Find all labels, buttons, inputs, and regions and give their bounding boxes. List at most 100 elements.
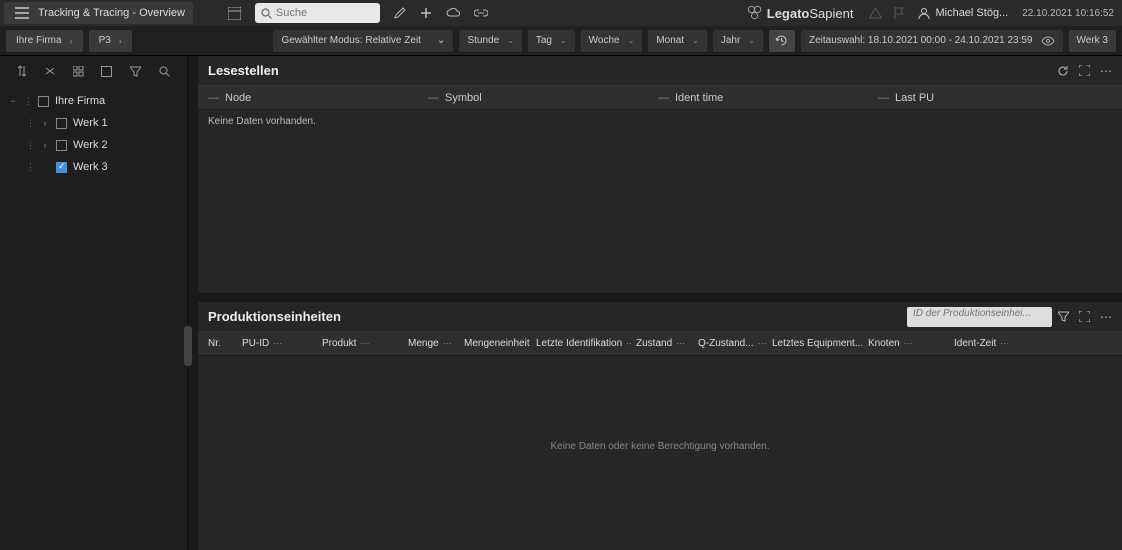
tree-item-werk3[interactable]: ⋮ Werk 3 [6,156,181,178]
time-scale-label: Stunde [467,35,499,46]
col-letzteident[interactable]: Letzte Identifikation⋯ [532,338,632,349]
cloud-icon[interactable] [446,8,460,18]
tree-root[interactable]: − ⋮ Ihre Firma [6,90,181,112]
collapse-icon[interactable] [45,65,55,77]
time-scale-label: Jahr [721,35,740,46]
panel-lesestellen: Lesestellen ⋯ —Node —Symbol —Ident time … [198,56,1122,294]
col-symbol[interactable]: —Symbol [424,92,654,104]
expand-toggle-icon[interactable]: › [40,118,50,128]
col-label: Mengeneinheit [464,338,530,349]
checkbox[interactable] [56,118,67,129]
flag-icon[interactable] [894,7,904,19]
tree-item-werk2[interactable]: ⋮ › Werk 2 [6,134,181,156]
fullscreen-icon[interactable] [1079,311,1090,322]
col-menu-icon[interactable]: ⋯ [443,338,452,349]
more-icon[interactable]: ⋯ [1100,64,1112,78]
toolbar: Ihre Firma › P3 › Gewählter Modus: Relat… [0,26,1122,56]
checkbox[interactable] [56,162,67,173]
filter-icon[interactable] [130,66,141,77]
panel-actions: ⋯ [1057,64,1112,78]
vertical-splitter-handle[interactable] [184,326,192,366]
col-puid[interactable]: PU-ID⋯ [238,338,318,349]
drag-handle-icon[interactable]: ⋮ [26,162,34,173]
context-badge[interactable]: Werk 3 [1069,30,1117,52]
time-scale-hour[interactable]: Stunde⌄ [459,30,521,52]
topbar: Tracking & Tracing - Overview LegatoSapi… [0,0,1122,26]
menu-icon[interactable] [12,3,32,23]
more-icon[interactable]: ⋯ [1100,310,1112,324]
col-nr[interactable]: Nr. [204,338,238,349]
col-identtime[interactable]: —Ident time [654,92,874,104]
alert-icons [869,7,904,19]
col-letztesequip[interactable]: Letztes Equipment... [768,338,864,349]
search-icon[interactable] [159,66,170,77]
time-scale-week[interactable]: Woche⌄ [581,30,643,52]
drag-handle-icon[interactable]: ⋮ [26,140,34,151]
col-menu-icon[interactable]: ⋯ [273,338,282,349]
search-box[interactable] [255,3,380,23]
col-menu-icon[interactable]: ⋯ [1000,338,1009,349]
mode-select[interactable]: Gewählter Modus: Relative Zeit ⌄ [273,30,453,52]
grid-header: —Node —Symbol —Ident time —Last PU [198,86,1122,110]
user-name: Michael Stög... [935,7,1008,19]
col-menu-icon[interactable]: ⋯ [360,338,369,349]
tree: − ⋮ Ihre Firma ⋮ › Werk 1 ⋮ › Werk 2 ⋮ [0,86,187,182]
col-label: Letztes Equipment... [772,338,863,349]
fullscreen-icon[interactable] [1079,65,1090,76]
eye-icon[interactable] [1041,36,1055,46]
col-menu-icon[interactable]: ⋯ [758,338,767,349]
col-zustand[interactable]: Zustand⋯ [632,338,694,349]
chevron-down-icon: ⌄ [628,36,635,45]
dashboard-icon[interactable] [223,7,247,20]
col-knoten[interactable]: Knoten⋯ [864,338,950,349]
grid-icon[interactable] [73,66,84,77]
panel-title: Produktionseinheiten [208,309,341,324]
expand-toggle-icon [40,162,50,172]
refresh-icon[interactable] [1057,65,1069,77]
col-menu-icon[interactable]: ⋯ [904,338,913,349]
col-produkt[interactable]: Produkt⋯ [318,338,404,349]
col-label: Last PU [895,92,934,104]
search-input[interactable] [276,7,374,19]
warning-icon[interactable] [869,7,882,19]
tree-item-werk1[interactable]: ⋮ › Werk 1 [6,112,181,134]
drag-handle-icon[interactable]: ⋮ [24,96,32,107]
logo: LegatoSapient [747,5,854,21]
collapse-toggle-icon[interactable]: − [8,96,18,106]
expand-toggle-icon[interactable]: › [40,140,50,150]
checkbox[interactable] [56,140,67,151]
time-range[interactable]: Zeitauswahl: 18.10.2021 00:00 - 24.10.20… [801,30,1063,52]
col-identzeit[interactable]: Ident-Zeit⋯ [950,338,1046,349]
drag-handle-icon[interactable]: ⋮ [26,118,34,129]
filter-icon[interactable] [1058,311,1069,322]
sort-icon[interactable] [17,65,27,77]
panel-produktionseinheiten: Produktionseinheiten ⋯ Nr. PU-ID⋯ Produk… [198,302,1122,550]
checkbox[interactable] [38,96,49,107]
link-icon[interactable] [474,9,488,17]
edit-icon[interactable] [394,7,406,19]
col-menge[interactable]: Menge⋯ [404,338,460,349]
col-label: Nr. [208,338,221,349]
col-node[interactable]: —Node [204,92,424,104]
box-icon[interactable] [101,66,112,77]
sort-indicator-icon: — [208,92,219,104]
pu-id-filter[interactable] [907,307,1052,327]
horizontal-splitter [198,294,1122,302]
pu-id-filter-input[interactable] [913,308,1046,319]
col-mengeneinheit[interactable]: Mengeneinheit [460,338,532,349]
panel-title: Lesestellen [208,63,279,78]
time-scale-month[interactable]: Monat⌄ [648,30,707,52]
col-lastpu[interactable]: —Last PU [874,92,1116,104]
time-scale-year[interactable]: Jahr⌄ [713,30,763,52]
breadcrumb-root[interactable]: Ihre Firma › [6,30,83,52]
time-scale-day[interactable]: Tag⌄ [528,30,575,52]
chevron-right-icon: › [70,36,73,46]
add-icon[interactable] [420,7,432,19]
history-button[interactable] [769,30,795,52]
chevron-right-icon: › [119,36,122,46]
col-qzustand[interactable]: Q-Zustand...⋯ [694,338,768,349]
breadcrumb-node[interactable]: P3 › [89,30,132,52]
col-menu-icon[interactable]: ⋯ [676,338,685,349]
sort-indicator-icon: — [428,92,439,104]
user-menu[interactable]: Michael Stög... [918,7,1008,19]
